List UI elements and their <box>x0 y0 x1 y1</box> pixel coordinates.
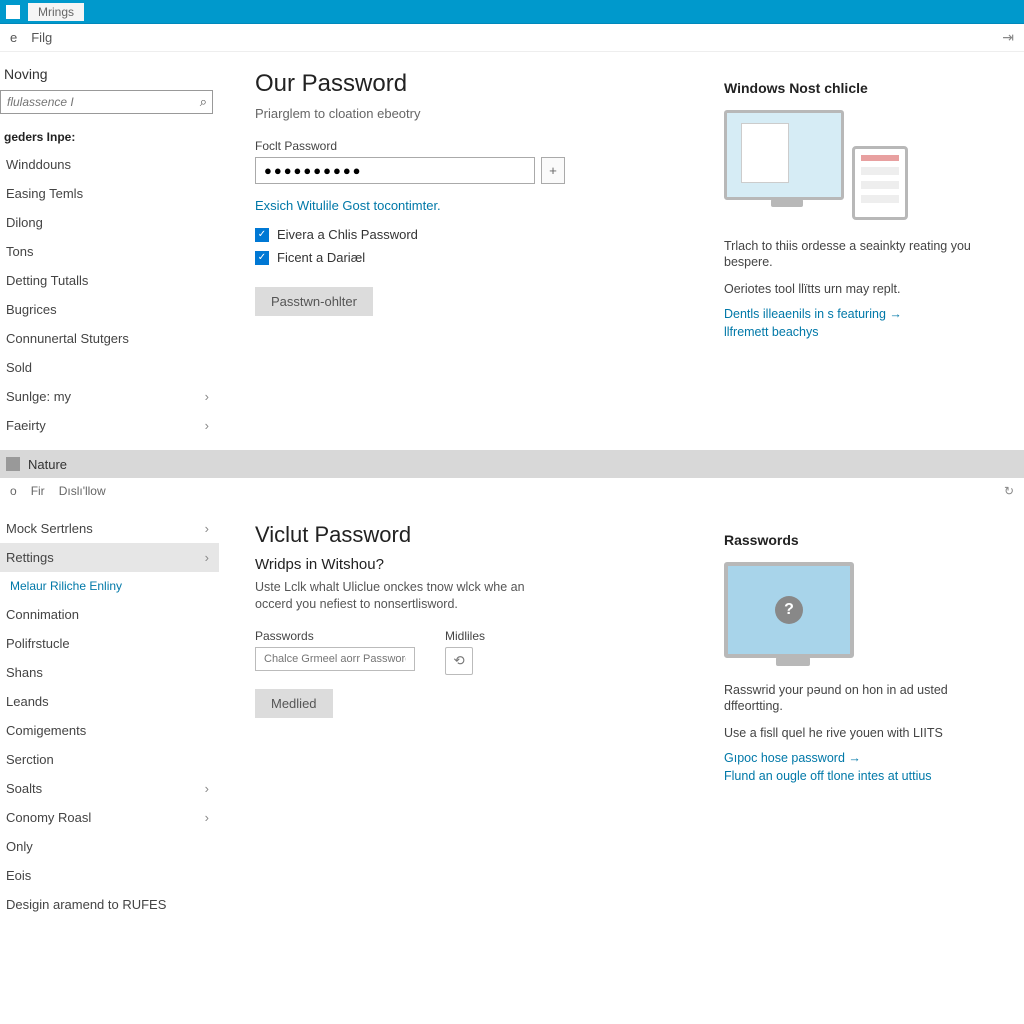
search-input[interactable] <box>0 90 213 114</box>
sidebar-item[interactable]: Comigements <box>0 716 219 745</box>
chevron-right-icon: › <box>205 550 209 565</box>
checkbox-row[interactable]: ✓ Ficent a Dariæl <box>255 246 690 269</box>
main-panel: Viclut Password Wridps in Witshou? Uste … <box>225 504 714 929</box>
menu-item[interactable]: Filg <box>31 30 52 45</box>
chevron-right-icon: › <box>205 418 209 433</box>
aside-link[interactable]: llfremett beachys <box>724 325 1006 339</box>
monitor-illustration: ? <box>724 562 854 658</box>
refresh-button[interactable]: ⟲ <box>445 647 473 675</box>
sidebar-item[interactable]: Shans <box>0 658 219 687</box>
search-icon[interactable]: ⌕ <box>200 94 207 110</box>
settings-icon[interactable]: ⇥ <box>1002 29 1014 46</box>
password-input[interactable] <box>255 157 535 184</box>
sidebar-item[interactable]: Dilong <box>0 208 219 237</box>
sidebar-item[interactable]: Detting Tutalls <box>0 266 219 295</box>
checkbox-icon: ✓ <box>255 228 269 242</box>
sidebar-item[interactable]: Sold <box>0 353 219 382</box>
sidebar: Mock Sertrlens› Rettings› Melaur Riliche… <box>0 504 225 929</box>
chevron-right-icon: › <box>205 521 209 536</box>
content: Mock Sertrlens› Rettings› Melaur Riliche… <box>0 504 1024 929</box>
sidebar-item[interactable]: Tons <box>0 237 219 266</box>
sidebar: Noving ⌕ geders Inpe: Winddouns Easing T… <box>0 52 225 450</box>
menu-item[interactable]: o <box>10 484 17 498</box>
checkbox-label: Ficent a Dariæl <box>277 250 365 265</box>
page-question: Wridps in Witshou? <box>255 556 690 573</box>
sidebar-heading: Noving <box>0 62 219 90</box>
sidebar-subitem[interactable]: Melaur Riliche Enliny <box>0 572 219 600</box>
titlebar: Nature <box>0 450 1024 478</box>
aside-title: Windows Nost chlicle <box>724 80 1006 96</box>
sidebar-item[interactable]: Winddouns <box>0 150 219 179</box>
search-wrap: ⌕ <box>0 90 213 114</box>
submit-button[interactable]: Passtwn-ohlter <box>255 287 373 316</box>
sidebar-item[interactable]: Eois <box>0 861 219 890</box>
app-icon <box>6 5 20 19</box>
aside-link[interactable]: Gıpoc hose password → <box>724 751 1006 765</box>
aside-title: Rasswords <box>724 532 1006 548</box>
sidebar-item[interactable]: Sunlge: my› <box>0 382 219 411</box>
window-title: Mrings <box>28 3 84 21</box>
devices-illustration <box>724 110 884 220</box>
sidebar-item[interactable]: Bugrices <box>0 295 219 324</box>
content: Noving ⌕ geders Inpe: Winddouns Easing T… <box>0 52 1024 450</box>
sidebar-item[interactable]: Only <box>0 832 219 861</box>
aside-text: Trlach to thiis ordesse a seainkty reati… <box>724 238 1006 271</box>
sidebar-group-label: geders Inpe: <box>0 124 219 150</box>
menubar: e Filg ⇥ <box>0 24 1024 52</box>
password-create-input[interactable] <box>255 647 415 671</box>
add-button[interactable]: + <box>541 157 565 184</box>
menubar: o Fir Dıslı'llow ↻ <box>0 478 1024 504</box>
aside-link[interactable]: Flund an ougle off tlone intes at uttius <box>724 769 1006 783</box>
sidebar-item[interactable]: Leands <box>0 687 219 716</box>
aside-text: Rasswrid your pəund on hon in ad usted d… <box>724 682 1006 715</box>
sidebar-item[interactable]: Mock Sertrlens› <box>0 514 219 543</box>
app-icon <box>6 457 20 471</box>
password-label: Foclt Password <box>255 139 690 153</box>
sidebar-item[interactable]: Connimation <box>0 600 219 629</box>
chevron-right-icon: › <box>205 781 209 796</box>
window-bottom: Nature o Fir Dıslı'llow ↻ Mock Sertrlens… <box>0 450 1024 929</box>
titlebar: Mrings <box>0 0 1024 24</box>
modified-button[interactable]: Medlied <box>255 689 333 718</box>
page-description: Uste Lclk whalt Uliclue onckes tnow wlck… <box>255 579 555 613</box>
field-label: Passwords <box>255 629 415 643</box>
sidebar-item[interactable]: Conomy Roasl› <box>0 803 219 832</box>
main-panel: Our Password Priarglem to cloation ebeot… <box>225 52 714 450</box>
window-title: Nature <box>28 457 67 472</box>
field-label: Midliles <box>445 629 485 643</box>
page-subtitle: Priarglem to cloation ebeotry <box>255 106 690 121</box>
aside-panel: Windows Nost chlicle Trlach to thiis ord… <box>714 52 1024 450</box>
checkbox-row[interactable]: ✓ Eivera a Chlis Password <box>255 223 690 246</box>
window-top: Mrings e Filg ⇥ Noving ⌕ geders Inpe: Wi… <box>0 0 1024 450</box>
refresh-icon[interactable]: ↻ <box>1004 484 1014 498</box>
sidebar-item[interactable]: Soalts› <box>0 774 219 803</box>
menu-item[interactable]: Fir <box>31 484 45 498</box>
page-title: Our Password <box>255 70 690 98</box>
chevron-right-icon: › <box>205 389 209 404</box>
sidebar-item[interactable]: Easing Temls <box>0 179 219 208</box>
menu-item[interactable]: Dıslı'llow <box>59 484 106 498</box>
checkbox-icon: ✓ <box>255 251 269 265</box>
sidebar-item[interactable]: Desigin aramend to RUFES <box>0 890 219 919</box>
sidebar-item-settings[interactable]: Rettings› <box>0 543 219 572</box>
aside-link[interactable]: Dentls illeaenils in s featuring → <box>724 307 1006 321</box>
menu-item[interactable]: e <box>10 30 17 45</box>
helper-link[interactable]: Exsich Witulile Gost tocontimter. <box>255 198 690 213</box>
checkbox-label: Eivera a Chlis Password <box>277 227 418 242</box>
chevron-right-icon: › <box>205 810 209 825</box>
sidebar-item[interactable]: Serction <box>0 745 219 774</box>
question-icon: ? <box>775 596 803 624</box>
page-title: Viclut Password <box>255 522 690 548</box>
aside-text: Oeriotes tool llïtts urn may replt. <box>724 281 1006 297</box>
sidebar-item[interactable]: Faeirty› <box>0 411 219 440</box>
aside-panel: Rasswords ? Rasswrid your pəund on hon i… <box>714 504 1024 929</box>
aside-text: Use a fisll quel he rive youen with LIIT… <box>724 725 1006 741</box>
sidebar-item[interactable]: Polifrstucle <box>0 629 219 658</box>
sidebar-item[interactable]: Connunertal Stutgers <box>0 324 219 353</box>
